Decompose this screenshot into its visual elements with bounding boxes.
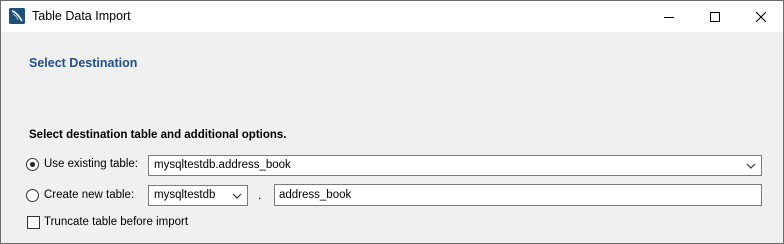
existing-table-select-value: mysqltestdb.address_book <box>154 159 291 171</box>
use-existing-table-radio[interactable] <box>26 158 39 171</box>
schema-select[interactable]: mysqltestdb <box>148 185 248 206</box>
maximize-button[interactable] <box>692 1 738 32</box>
chevron-down-icon <box>746 163 756 169</box>
schema-table-separator: . <box>258 188 262 202</box>
chevron-down-icon <box>232 193 242 199</box>
new-table-name-input[interactable] <box>275 185 761 205</box>
table-data-import-window: Table Data Import Select Destination Sel… <box>0 0 784 244</box>
close-button[interactable] <box>738 1 784 32</box>
create-new-table-label[interactable]: Create new table: <box>44 189 134 201</box>
title-bar: Table Data Import <box>1 1 783 32</box>
existing-table-select[interactable]: mysqltestdb.address_book <box>148 155 762 176</box>
use-existing-table-label[interactable]: Use existing table: <box>44 158 138 170</box>
minimize-button[interactable] <box>646 1 692 32</box>
options-subtitle: Select destination table and additional … <box>29 129 287 141</box>
maximize-icon <box>710 11 720 22</box>
window-title: Table Data Import <box>32 9 131 23</box>
new-table-name-field[interactable] <box>274 184 762 206</box>
truncate-table-label[interactable]: Truncate table before import <box>44 216 188 228</box>
mysql-workbench-icon <box>9 8 25 24</box>
truncate-table-checkbox[interactable] <box>27 216 40 229</box>
section-title: Select Destination <box>29 56 138 70</box>
minimize-icon <box>664 16 674 18</box>
schema-select-value: mysqltestdb <box>154 189 216 201</box>
create-new-table-radio[interactable] <box>26 189 39 202</box>
close-icon <box>755 11 767 22</box>
